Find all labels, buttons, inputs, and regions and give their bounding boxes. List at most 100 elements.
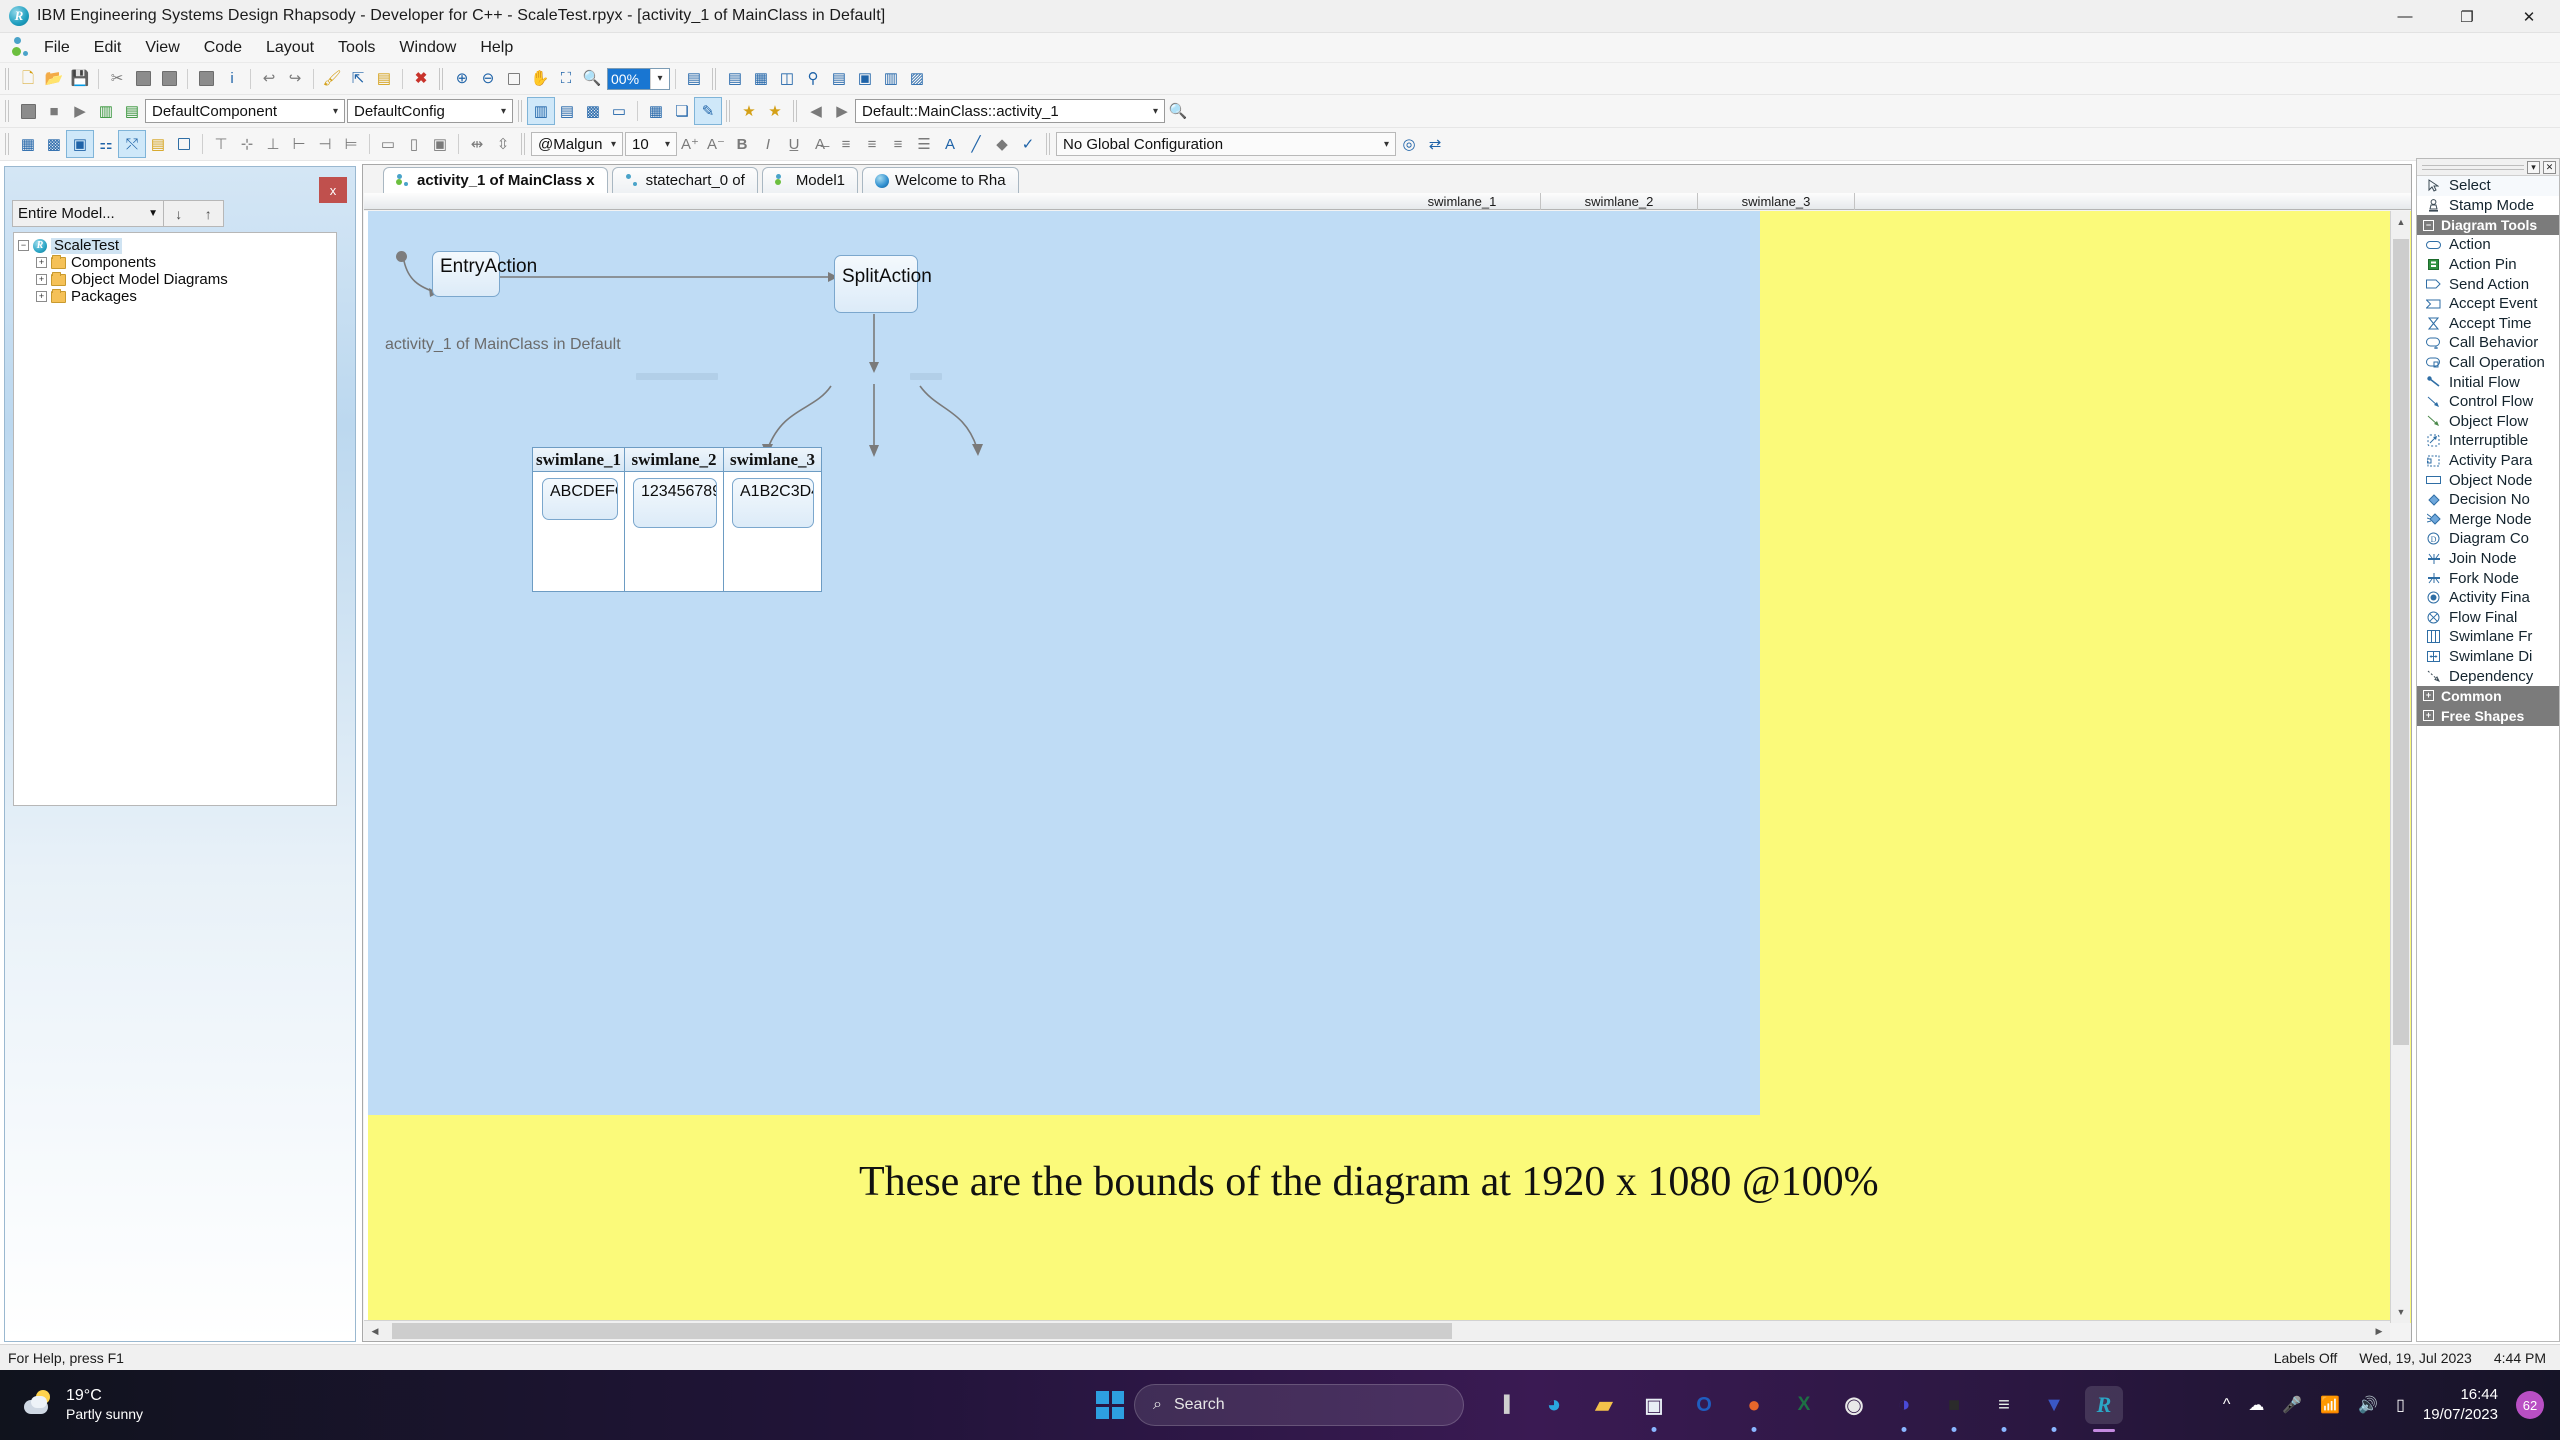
nav-up-icon[interactable]: ↑ xyxy=(205,206,212,222)
palette-item-flow-final[interactable]: Flow Final xyxy=(2417,607,2559,627)
canvas-horizontal-scrollbar[interactable]: ◀ ▶ xyxy=(364,1320,2390,1340)
palette-item-call-behavior[interactable]: Call Behavior xyxy=(2417,333,2559,353)
node-entry-action[interactable]: EntryAction xyxy=(432,251,537,297)
start-button-icon[interactable] xyxy=(1096,1391,1124,1419)
tab-activity-1[interactable]: activity_1 of MainClass x xyxy=(383,167,608,193)
navigate-target-combo[interactable]: Default::MainClass::activity_1 ▾ xyxy=(855,99,1165,123)
show-browser-button[interactable]: ▥ xyxy=(527,97,555,125)
menu-view[interactable]: View xyxy=(133,35,191,61)
delete-from-model-button[interactable] xyxy=(193,66,219,92)
palette-item-diagram-connector[interactable]: D Diagram Co xyxy=(2417,529,2559,549)
palette-item-merge-node[interactable]: Merge Node xyxy=(2417,510,2559,530)
chevron-down-icon[interactable]: ▾ xyxy=(659,139,674,150)
toolbar-grip-font[interactable] xyxy=(520,133,527,155)
close-diagram-button[interactable]: ✖ xyxy=(408,66,434,92)
fill-color-button[interactable]: ◆ xyxy=(989,131,1015,157)
palette-item-dependency[interactable]: Dependency xyxy=(2417,666,2559,686)
palette-item-select[interactable]: Select xyxy=(2417,176,2559,196)
palette-item-object-flow[interactable]: Object Flow xyxy=(2417,412,2559,432)
toolbar-grip-zoom[interactable] xyxy=(438,67,445,90)
zoom-previous-button[interactable]: 🔍 xyxy=(579,66,605,92)
scroll-up-icon[interactable]: ▲ xyxy=(2392,213,2410,231)
menu-code[interactable]: Code xyxy=(192,35,254,61)
add-node-button[interactable]: ▥ xyxy=(878,66,904,92)
task-view-icon[interactable]: ▐ xyxy=(1485,1386,1523,1424)
fork-bar-left[interactable] xyxy=(636,373,718,380)
swimlane-1[interactable]: swimlane_1 ABCDEFGHIJKLMNOP xyxy=(533,448,625,591)
global-config-refresh-button[interactable]: ◎ xyxy=(1396,131,1422,157)
outlook-icon[interactable]: O xyxy=(1685,1386,1723,1424)
microphone-icon[interactable]: 🎤 xyxy=(2282,1395,2302,1415)
compartments-button[interactable]: ▤ xyxy=(145,131,171,157)
build-button[interactable] xyxy=(15,98,41,124)
palette-group-diagram-tools[interactable]: − Diagram Tools xyxy=(2417,215,2559,236)
swimlane-1-action[interactable]: ABCDEFGHIJKLMNOP xyxy=(542,478,618,520)
show-search-button[interactable]: ▭ xyxy=(606,98,632,124)
italic-button[interactable]: I xyxy=(755,131,781,157)
save-button[interactable]: 💾 xyxy=(67,66,93,92)
search-model-button[interactable]: 🔍 xyxy=(1165,98,1191,124)
grid-button[interactable]: ▦ xyxy=(15,131,41,157)
align-middle-button[interactable]: ⊹ xyxy=(234,131,260,157)
cut-button[interactable]: ✂ xyxy=(104,66,130,92)
taskbar-search-box[interactable]: ⌕ Search xyxy=(1134,1384,1464,1426)
tree-expander-icon[interactable]: + xyxy=(36,274,47,285)
align-text-center-button[interactable]: ≡ xyxy=(859,131,885,157)
config-combo[interactable]: DefaultConfig ▾ xyxy=(347,99,513,123)
font-color-button[interactable]: A xyxy=(937,131,963,157)
teams-icon[interactable]: ◑ xyxy=(1885,1386,1923,1432)
align-left-button[interactable]: ⊢ xyxy=(286,131,312,157)
scroll-left-icon[interactable]: ◀ xyxy=(366,1322,384,1340)
menu-layout[interactable]: Layout xyxy=(254,35,326,61)
frame-button[interactable] xyxy=(171,131,197,157)
chevron-down-icon[interactable]: ▾ xyxy=(1378,139,1393,150)
toolbar-grip-fav[interactable] xyxy=(725,100,732,122)
palette-item-swimlane-divider[interactable]: Swimlane Di xyxy=(2417,647,2559,667)
new-project-button[interactable]: 🗋 xyxy=(15,66,41,92)
palette-item-call-operation[interactable]: Call Operation xyxy=(2417,353,2559,373)
favorites-button[interactable]: ★ xyxy=(762,98,788,124)
copy-button[interactable] xyxy=(130,66,156,92)
canvas-vertical-scrollbar[interactable]: ▲ ▼ xyxy=(2390,211,2410,1323)
browser-scope-combo[interactable]: Entire Model... ▼ xyxy=(12,200,164,227)
swimlane-3[interactable]: swimlane_3 A1B2C3D4EF6G7H8I9J10K11L12 xyxy=(724,448,821,591)
run-button[interactable]: ▶ xyxy=(67,98,93,124)
expand-icon[interactable]: + xyxy=(2423,710,2434,722)
add-object-button[interactable]: ▣ xyxy=(852,66,878,92)
toolbar-grip-model[interactable] xyxy=(711,67,718,90)
taskbar-clock[interactable]: 16:44 19/07/2023 xyxy=(2423,1385,2498,1425)
volume-icon[interactable]: 🔊 xyxy=(2358,1395,2378,1415)
toolbar-grip-views[interactable] xyxy=(517,100,524,122)
menu-tools[interactable]: Tools xyxy=(326,35,387,61)
scroll-down-icon[interactable]: ▼ xyxy=(2392,1303,2410,1321)
show-table-button[interactable]: ▦ xyxy=(643,98,669,124)
grid-snap-button[interactable]: ▩ xyxy=(41,131,67,157)
pan-hand-button[interactable]: ✋ xyxy=(527,66,553,92)
palette-item-action-pin[interactable]: Action Pin xyxy=(2417,255,2559,275)
zoom-level-combo[interactable]: 00% ▾ xyxy=(607,67,670,90)
node-split-action[interactable]: SplitAction xyxy=(834,255,932,313)
edge-icon[interactable]: ◕ xyxy=(1535,1386,1573,1424)
palette-drag-line[interactable] xyxy=(2422,164,2524,170)
increase-font-button[interactable]: A⁺ xyxy=(677,131,703,157)
font-size-combo[interactable]: 10 ▾ xyxy=(625,132,677,156)
chrome-icon[interactable]: ◉ xyxy=(1835,1386,1873,1424)
strikethrough-button[interactable]: A̶ xyxy=(807,131,833,157)
generate-code-button[interactable]: ▤ xyxy=(119,98,145,124)
underline-button[interactable]: U̲ xyxy=(781,131,807,157)
scroll-right-icon[interactable]: ▶ xyxy=(2370,1322,2388,1340)
undo-button[interactable]: ↩ xyxy=(256,66,282,92)
notes-icon[interactable]: ≡ xyxy=(1985,1386,2023,1432)
add-diagram-button[interactable]: ▨ xyxy=(904,66,930,92)
battery-percent-badge[interactable]: 62 xyxy=(2516,1391,2544,1419)
palette-menu-icon[interactable]: ▾ xyxy=(2527,160,2540,174)
zoom-out-button[interactable]: ⊖ xyxy=(475,66,501,92)
rhapsody-taskbar-icon[interactable]: R xyxy=(2085,1386,2123,1432)
palette-item-interruptible[interactable]: Interruptible xyxy=(2417,431,2559,451)
store-icon[interactable]: ▣ xyxy=(1635,1386,1673,1432)
palette-item-action[interactable]: Action xyxy=(2417,235,2559,255)
palette-item-join-node[interactable]: Join Node xyxy=(2417,549,2559,569)
palette-item-activity-parameter[interactable]: Activity Para xyxy=(2417,451,2559,471)
toolbar-grip-format[interactable] xyxy=(4,133,11,155)
align-center-button[interactable]: ⊣ xyxy=(312,131,338,157)
